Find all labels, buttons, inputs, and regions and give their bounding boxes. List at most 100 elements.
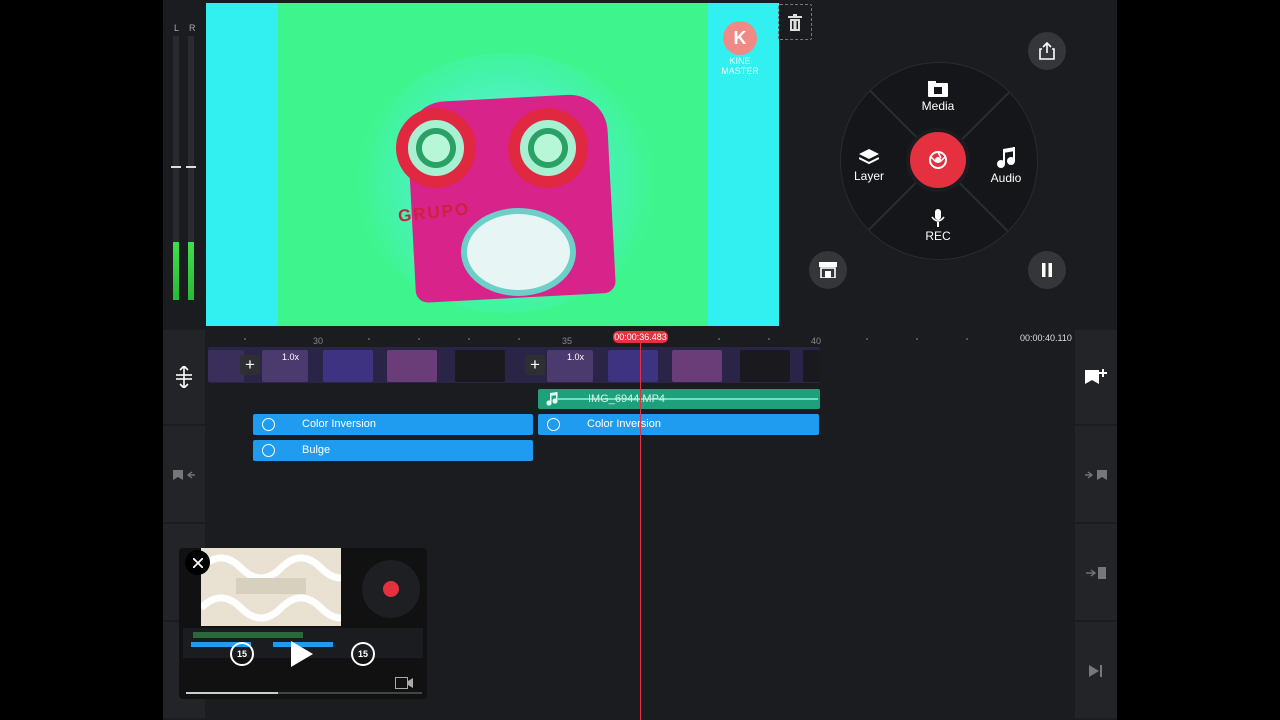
- watermark-logo: K: [723, 21, 757, 55]
- pip-progress-bar[interactable]: [186, 692, 422, 694]
- meter-right-fill: [188, 241, 194, 300]
- ruler-tick: [866, 338, 868, 340]
- ruler-tick: [368, 338, 370, 340]
- music-note-icon: [546, 392, 558, 406]
- meter-left-bar: [171, 36, 181, 300]
- effect-label: Color Inversion: [587, 418, 661, 430]
- expand-tracks-button[interactable]: [163, 330, 205, 426]
- ruler-tick: [768, 338, 770, 340]
- ruler-tick: [966, 338, 968, 340]
- pip-record-dot: [383, 581, 399, 597]
- rec-button[interactable]: REC: [908, 209, 968, 243]
- preview-mouth: [461, 208, 576, 296]
- camera-shutter-icon: [929, 151, 947, 169]
- pause-button[interactable]: [1028, 251, 1066, 289]
- clip-thumbnail: [803, 350, 820, 382]
- audio-level-meter: L R: [163, 0, 205, 328]
- meter-right-label: R: [189, 23, 196, 33]
- ruler-label: 35: [562, 336, 573, 346]
- arrow-to-end-icon: [1086, 567, 1106, 579]
- music-note-icon: [997, 147, 1015, 168]
- preview-eye-right: [508, 108, 588, 188]
- watermark-text: KINE MASTER: [721, 56, 759, 76]
- playhead[interactable]: [640, 342, 641, 720]
- kinemaster-watermark: K KINE MASTER: [710, 21, 770, 76]
- export-button[interactable]: [1028, 32, 1066, 70]
- project-duration: 00:00:40.110: [1020, 333, 1072, 343]
- pip-close-button[interactable]: [185, 550, 210, 575]
- clip-thumbnail: [672, 350, 722, 382]
- audio-label: Audio: [990, 171, 1022, 185]
- meter-right-bar: [186, 36, 196, 300]
- clip-thumbnail: [608, 350, 658, 382]
- clip-thumbnail: [387, 350, 437, 382]
- skip-back-button[interactable]: 15: [230, 642, 254, 666]
- layers-icon: [859, 149, 879, 165]
- meter-right-peak: [186, 166, 196, 168]
- meter-left-peak: [171, 166, 181, 168]
- ruler-tick: [468, 338, 470, 340]
- picture-in-picture-player[interactable]: [179, 548, 427, 699]
- layer-label: Layer: [853, 169, 885, 183]
- store-icon: [819, 262, 837, 278]
- microphone-icon: [931, 209, 945, 227]
- audio-clip[interactable]: IMG_6944.MP4: [538, 389, 820, 409]
- effect-clip[interactable]: Color Inversion: [253, 414, 533, 435]
- ruler-label: 40: [811, 336, 822, 346]
- add-transition-button[interactable]: +: [525, 355, 545, 375]
- effect-icon: [262, 444, 275, 457]
- bookmark-left-icon: [173, 470, 195, 480]
- capture-button[interactable]: [906, 128, 970, 192]
- share-icon: [1039, 42, 1055, 60]
- ruler-tick: [418, 338, 420, 340]
- clip-speed-label: 1.0x: [567, 352, 585, 362]
- pip-video-frame: [198, 548, 364, 626]
- pip-track-strip: [193, 632, 303, 638]
- clip-speed-label: 1.0x: [282, 352, 300, 362]
- effect-label: Color Inversion: [302, 418, 376, 430]
- meter-left-fill: [173, 241, 179, 300]
- prev-bookmark-button[interactable]: [163, 428, 205, 524]
- effect-clip[interactable]: Color Inversion: [538, 414, 819, 435]
- jump-to-end-button[interactable]: [1075, 624, 1117, 720]
- bookmark-add-icon: [1085, 369, 1107, 384]
- video-camera-icon: [395, 677, 413, 689]
- add-bookmark-button[interactable]: [1075, 330, 1117, 426]
- bookmark-right-icon: [1085, 470, 1107, 480]
- clip-thumbnail: [208, 350, 244, 382]
- skip-to-end-icon: [1089, 665, 1102, 677]
- asset-store-button[interactable]: [809, 251, 847, 289]
- pip-play-button[interactable]: [291, 641, 313, 667]
- clip-thumbnail: [323, 350, 373, 382]
- ruler-tick: [916, 338, 918, 340]
- effect-clip[interactable]: Bulge: [253, 440, 533, 461]
- skip-forward-button[interactable]: 15: [351, 642, 375, 666]
- pip-wave-pattern: [198, 554, 364, 622]
- ruler-tick: [718, 338, 720, 340]
- close-icon: [192, 557, 203, 568]
- media-label: Media: [921, 99, 955, 113]
- ruler-tick: [518, 338, 520, 340]
- media-folder-icon: [928, 81, 948, 97]
- audio-button[interactable]: Audio: [976, 147, 1036, 185]
- effect-label: Bulge: [302, 444, 331, 456]
- clip-thumbnail: [455, 350, 505, 382]
- video-preview[interactable]: GRUPO K KINE MASTER: [206, 3, 779, 326]
- preview-eye-left: [396, 108, 476, 188]
- media-button[interactable]: Media: [908, 81, 968, 113]
- pause-icon: [1042, 263, 1052, 277]
- effect-icon: [547, 418, 560, 431]
- ruler-tick: [244, 338, 246, 340]
- next-bookmark-button[interactable]: [1075, 428, 1117, 524]
- expand-vertical-icon: [176, 366, 192, 388]
- add-transition-button[interactable]: +: [240, 355, 260, 375]
- delete-button[interactable]: [778, 4, 812, 40]
- jump-to-clip-end-button[interactable]: [1075, 526, 1117, 622]
- effect-icon: [262, 418, 275, 431]
- audio-clip-label: IMG_6944.MP4: [588, 393, 666, 405]
- ruler-label: 30: [313, 336, 324, 346]
- rec-label: REC: [925, 229, 951, 243]
- meter-left-label: L: [174, 23, 180, 33]
- clip-thumbnail: [740, 350, 790, 382]
- layer-button[interactable]: Layer: [841, 149, 899, 183]
